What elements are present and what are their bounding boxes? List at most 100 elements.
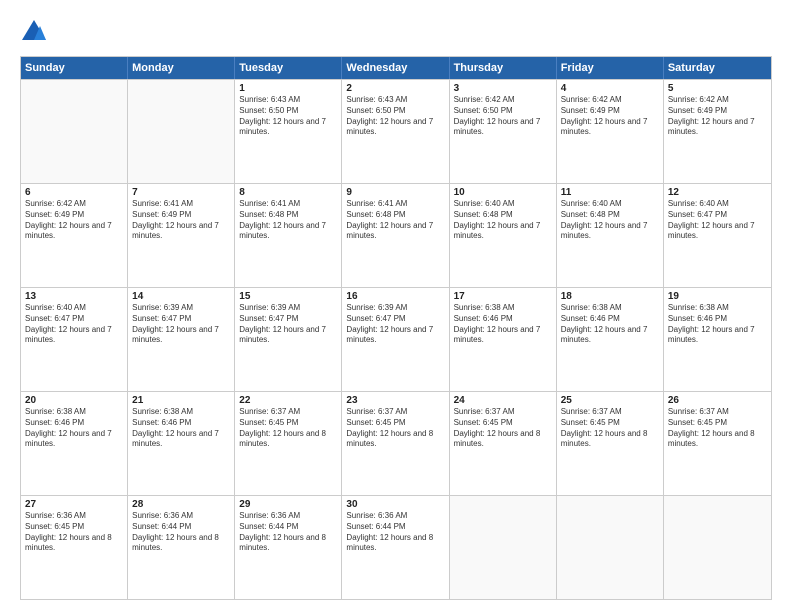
day-number: 28 — [132, 499, 230, 510]
day-number: 14 — [132, 291, 230, 302]
cell-info: Sunrise: 6:42 AM Sunset: 6:49 PM Dayligh… — [668, 95, 767, 138]
calendar-cell: 10Sunrise: 6:40 AM Sunset: 6:48 PM Dayli… — [450, 184, 557, 287]
cell-info: Sunrise: 6:37 AM Sunset: 6:45 PM Dayligh… — [239, 407, 337, 450]
cell-info: Sunrise: 6:42 AM Sunset: 6:50 PM Dayligh… — [454, 95, 552, 138]
day-number: 19 — [668, 291, 767, 302]
cell-info: Sunrise: 6:38 AM Sunset: 6:46 PM Dayligh… — [132, 407, 230, 450]
calendar-row: 13Sunrise: 6:40 AM Sunset: 6:47 PM Dayli… — [21, 287, 771, 391]
calendar-row: 20Sunrise: 6:38 AM Sunset: 6:46 PM Dayli… — [21, 391, 771, 495]
cell-info: Sunrise: 6:42 AM Sunset: 6:49 PM Dayligh… — [25, 199, 123, 242]
calendar-cell: 21Sunrise: 6:38 AM Sunset: 6:46 PM Dayli… — [128, 392, 235, 495]
calendar-cell — [21, 80, 128, 183]
calendar-cell: 3Sunrise: 6:42 AM Sunset: 6:50 PM Daylig… — [450, 80, 557, 183]
day-number: 22 — [239, 395, 337, 406]
cell-info: Sunrise: 6:37 AM Sunset: 6:45 PM Dayligh… — [454, 407, 552, 450]
cell-info: Sunrise: 6:39 AM Sunset: 6:47 PM Dayligh… — [239, 303, 337, 346]
calendar-cell: 30Sunrise: 6:36 AM Sunset: 6:44 PM Dayli… — [342, 496, 449, 599]
cell-info: Sunrise: 6:41 AM Sunset: 6:48 PM Dayligh… — [239, 199, 337, 242]
calendar-cell — [128, 80, 235, 183]
calendar-cell: 6Sunrise: 6:42 AM Sunset: 6:49 PM Daylig… — [21, 184, 128, 287]
logo — [20, 18, 52, 46]
calendar-cell: 8Sunrise: 6:41 AM Sunset: 6:48 PM Daylig… — [235, 184, 342, 287]
cell-info: Sunrise: 6:42 AM Sunset: 6:49 PM Dayligh… — [561, 95, 659, 138]
weekday-header: Thursday — [450, 57, 557, 79]
calendar-cell: 19Sunrise: 6:38 AM Sunset: 6:46 PM Dayli… — [664, 288, 771, 391]
day-number: 16 — [346, 291, 444, 302]
calendar-header: SundayMondayTuesdayWednesdayThursdayFrid… — [21, 57, 771, 79]
cell-info: Sunrise: 6:39 AM Sunset: 6:47 PM Dayligh… — [132, 303, 230, 346]
cell-info: Sunrise: 6:38 AM Sunset: 6:46 PM Dayligh… — [668, 303, 767, 346]
calendar-cell: 26Sunrise: 6:37 AM Sunset: 6:45 PM Dayli… — [664, 392, 771, 495]
day-number: 21 — [132, 395, 230, 406]
weekday-header: Monday — [128, 57, 235, 79]
day-number: 25 — [561, 395, 659, 406]
cell-info: Sunrise: 6:40 AM Sunset: 6:48 PM Dayligh… — [454, 199, 552, 242]
cell-info: Sunrise: 6:43 AM Sunset: 6:50 PM Dayligh… — [346, 95, 444, 138]
day-number: 6 — [25, 187, 123, 198]
day-number: 26 — [668, 395, 767, 406]
calendar-cell — [557, 496, 664, 599]
calendar-cell: 5Sunrise: 6:42 AM Sunset: 6:49 PM Daylig… — [664, 80, 771, 183]
calendar-cell: 20Sunrise: 6:38 AM Sunset: 6:46 PM Dayli… — [21, 392, 128, 495]
cell-info: Sunrise: 6:36 AM Sunset: 6:44 PM Dayligh… — [346, 511, 444, 554]
cell-info: Sunrise: 6:38 AM Sunset: 6:46 PM Dayligh… — [454, 303, 552, 346]
weekday-header: Sunday — [21, 57, 128, 79]
cell-info: Sunrise: 6:43 AM Sunset: 6:50 PM Dayligh… — [239, 95, 337, 138]
calendar-cell: 9Sunrise: 6:41 AM Sunset: 6:48 PM Daylig… — [342, 184, 449, 287]
day-number: 24 — [454, 395, 552, 406]
calendar-cell: 2Sunrise: 6:43 AM Sunset: 6:50 PM Daylig… — [342, 80, 449, 183]
day-number: 7 — [132, 187, 230, 198]
calendar-cell: 13Sunrise: 6:40 AM Sunset: 6:47 PM Dayli… — [21, 288, 128, 391]
calendar-row: 6Sunrise: 6:42 AM Sunset: 6:49 PM Daylig… — [21, 183, 771, 287]
day-number: 5 — [668, 83, 767, 94]
day-number: 17 — [454, 291, 552, 302]
day-number: 4 — [561, 83, 659, 94]
header — [20, 18, 772, 46]
calendar-row: 27Sunrise: 6:36 AM Sunset: 6:45 PM Dayli… — [21, 495, 771, 599]
cell-info: Sunrise: 6:41 AM Sunset: 6:49 PM Dayligh… — [132, 199, 230, 242]
cell-info: Sunrise: 6:41 AM Sunset: 6:48 PM Dayligh… — [346, 199, 444, 242]
day-number: 15 — [239, 291, 337, 302]
weekday-header: Tuesday — [235, 57, 342, 79]
day-number: 10 — [454, 187, 552, 198]
day-number: 18 — [561, 291, 659, 302]
day-number: 3 — [454, 83, 552, 94]
cell-info: Sunrise: 6:40 AM Sunset: 6:48 PM Dayligh… — [561, 199, 659, 242]
calendar-cell: 28Sunrise: 6:36 AM Sunset: 6:44 PM Dayli… — [128, 496, 235, 599]
page: SundayMondayTuesdayWednesdayThursdayFrid… — [0, 0, 792, 612]
day-number: 23 — [346, 395, 444, 406]
calendar-cell: 29Sunrise: 6:36 AM Sunset: 6:44 PM Dayli… — [235, 496, 342, 599]
day-number: 13 — [25, 291, 123, 302]
calendar-cell: 14Sunrise: 6:39 AM Sunset: 6:47 PM Dayli… — [128, 288, 235, 391]
day-number: 1 — [239, 83, 337, 94]
cell-info: Sunrise: 6:37 AM Sunset: 6:45 PM Dayligh… — [668, 407, 767, 450]
calendar-cell: 16Sunrise: 6:39 AM Sunset: 6:47 PM Dayli… — [342, 288, 449, 391]
day-number: 12 — [668, 187, 767, 198]
cell-info: Sunrise: 6:38 AM Sunset: 6:46 PM Dayligh… — [25, 407, 123, 450]
day-number: 8 — [239, 187, 337, 198]
cell-info: Sunrise: 6:40 AM Sunset: 6:47 PM Dayligh… — [25, 303, 123, 346]
calendar-cell: 15Sunrise: 6:39 AM Sunset: 6:47 PM Dayli… — [235, 288, 342, 391]
calendar-cell: 7Sunrise: 6:41 AM Sunset: 6:49 PM Daylig… — [128, 184, 235, 287]
cell-info: Sunrise: 6:37 AM Sunset: 6:45 PM Dayligh… — [561, 407, 659, 450]
calendar-cell: 12Sunrise: 6:40 AM Sunset: 6:47 PM Dayli… — [664, 184, 771, 287]
calendar-cell: 22Sunrise: 6:37 AM Sunset: 6:45 PM Dayli… — [235, 392, 342, 495]
calendar-cell — [664, 496, 771, 599]
calendar: SundayMondayTuesdayWednesdayThursdayFrid… — [20, 56, 772, 600]
day-number: 20 — [25, 395, 123, 406]
day-number: 29 — [239, 499, 337, 510]
calendar-cell: 23Sunrise: 6:37 AM Sunset: 6:45 PM Dayli… — [342, 392, 449, 495]
logo-icon — [20, 18, 48, 46]
cell-info: Sunrise: 6:36 AM Sunset: 6:44 PM Dayligh… — [132, 511, 230, 554]
day-number: 9 — [346, 187, 444, 198]
cell-info: Sunrise: 6:38 AM Sunset: 6:46 PM Dayligh… — [561, 303, 659, 346]
calendar-cell: 27Sunrise: 6:36 AM Sunset: 6:45 PM Dayli… — [21, 496, 128, 599]
cell-info: Sunrise: 6:36 AM Sunset: 6:44 PM Dayligh… — [239, 511, 337, 554]
calendar-cell: 1Sunrise: 6:43 AM Sunset: 6:50 PM Daylig… — [235, 80, 342, 183]
day-number: 2 — [346, 83, 444, 94]
day-number: 11 — [561, 187, 659, 198]
calendar-cell — [450, 496, 557, 599]
cell-info: Sunrise: 6:39 AM Sunset: 6:47 PM Dayligh… — [346, 303, 444, 346]
weekday-header: Friday — [557, 57, 664, 79]
day-number: 30 — [346, 499, 444, 510]
